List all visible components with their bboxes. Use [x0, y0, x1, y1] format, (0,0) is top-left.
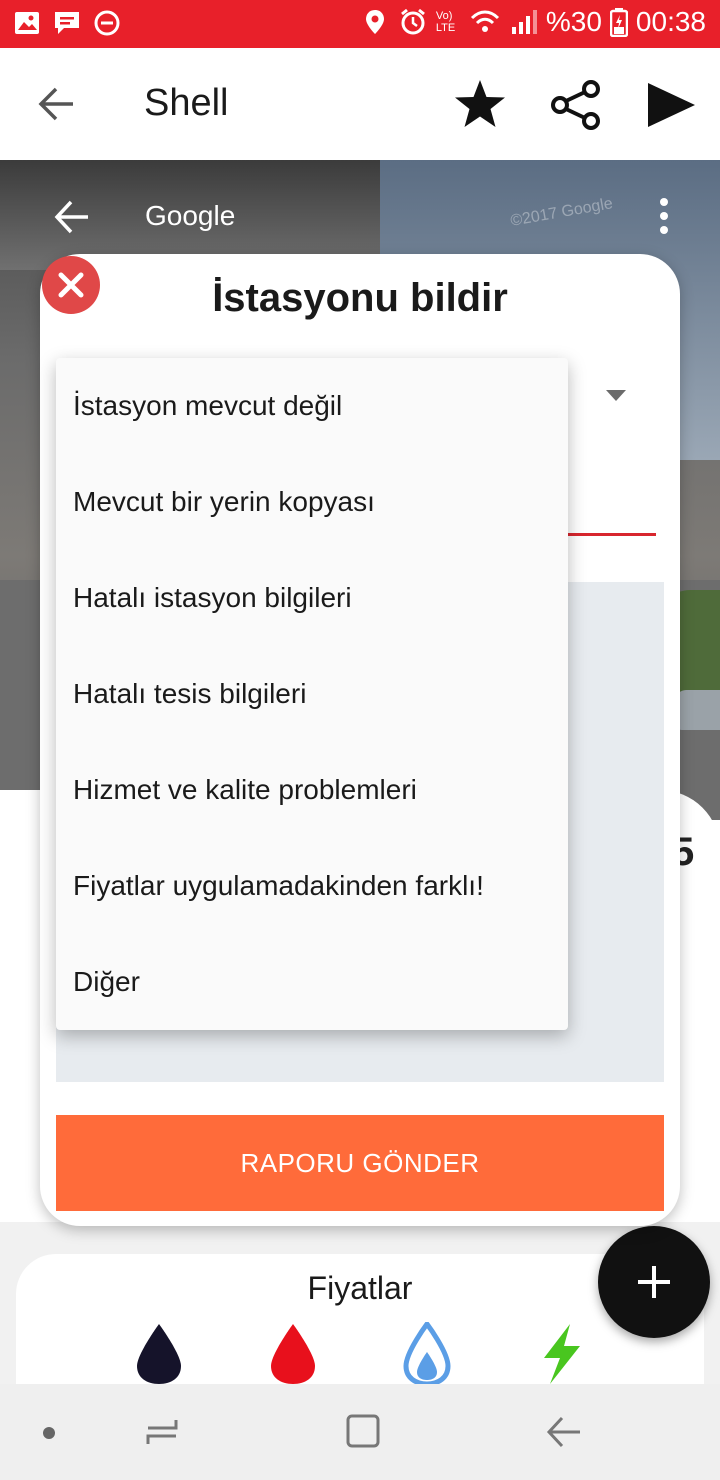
app-bar: Shell — [0, 48, 720, 160]
dialog-title: İstasyonu bildir — [212, 276, 508, 320]
status-bar: Vo) LTE %30 00:38 — [0, 0, 720, 48]
alarm-icon — [400, 8, 425, 35]
home-icon[interactable] — [344, 1412, 382, 1450]
gas-flame-icon[interactable] — [402, 1322, 452, 1386]
street-view-title: Google — [145, 200, 236, 231]
add-fab-button[interactable] — [598, 1226, 710, 1338]
street-view-car — [676, 690, 720, 730]
message-notification-icon — [55, 12, 79, 34]
battery-percent: %30 — [545, 6, 602, 37]
signal-icon — [511, 10, 537, 34]
play-icon[interactable] — [644, 80, 698, 130]
select-underline — [568, 533, 656, 536]
dropdown-option[interactable]: Hatalı tesis bilgileri — [56, 646, 568, 742]
street-view-back-icon[interactable] — [54, 200, 90, 234]
report-reason-dropdown: İstasyon mevcut değil Mevcut bir yerin k… — [56, 358, 568, 1030]
red-fuel-drop-icon[interactable] — [268, 1322, 318, 1386]
dropdown-option[interactable]: Mevcut bir yerin kopyası — [56, 454, 568, 550]
dark-fuel-drop-icon[interactable] — [134, 1322, 184, 1386]
star-icon[interactable] — [452, 78, 508, 130]
electric-bolt-icon[interactable] — [536, 1322, 586, 1386]
dropdown-option[interactable]: Fiyatlar uygulamadakinden farklı! — [56, 838, 568, 934]
dropdown-option[interactable]: Diğer — [56, 934, 568, 1030]
dropdown-option[interactable]: İstasyon mevcut değil — [56, 358, 568, 454]
gallery-notification-icon — [15, 12, 39, 34]
more-vertical-icon[interactable] — [652, 196, 676, 236]
nav-dot-icon[interactable] — [43, 1427, 55, 1439]
clock: 00:38 — [635, 6, 706, 37]
plus-icon — [638, 1266, 670, 1298]
system-nav-bar — [0, 1384, 720, 1480]
nav-back-icon[interactable] — [544, 1412, 584, 1452]
chevron-down-icon[interactable] — [606, 390, 626, 401]
send-report-button[interactable]: RAPORU GÖNDER — [56, 1115, 664, 1211]
dropdown-option[interactable]: Hatalı istasyon bilgileri — [56, 550, 568, 646]
wifi-icon — [470, 10, 499, 32]
page-title: Shell — [144, 82, 229, 124]
back-arrow-icon[interactable] — [36, 86, 76, 122]
recent-apps-icon[interactable] — [142, 1412, 182, 1452]
dropdown-option[interactable]: Hizmet ve kalite problemleri — [56, 742, 568, 838]
network-type: Vo) LTE — [435, 10, 456, 34]
battery-icon — [609, 8, 628, 37]
do-not-disturb-icon — [94, 10, 120, 36]
share-icon[interactable] — [550, 80, 602, 130]
location-icon — [365, 10, 384, 34]
